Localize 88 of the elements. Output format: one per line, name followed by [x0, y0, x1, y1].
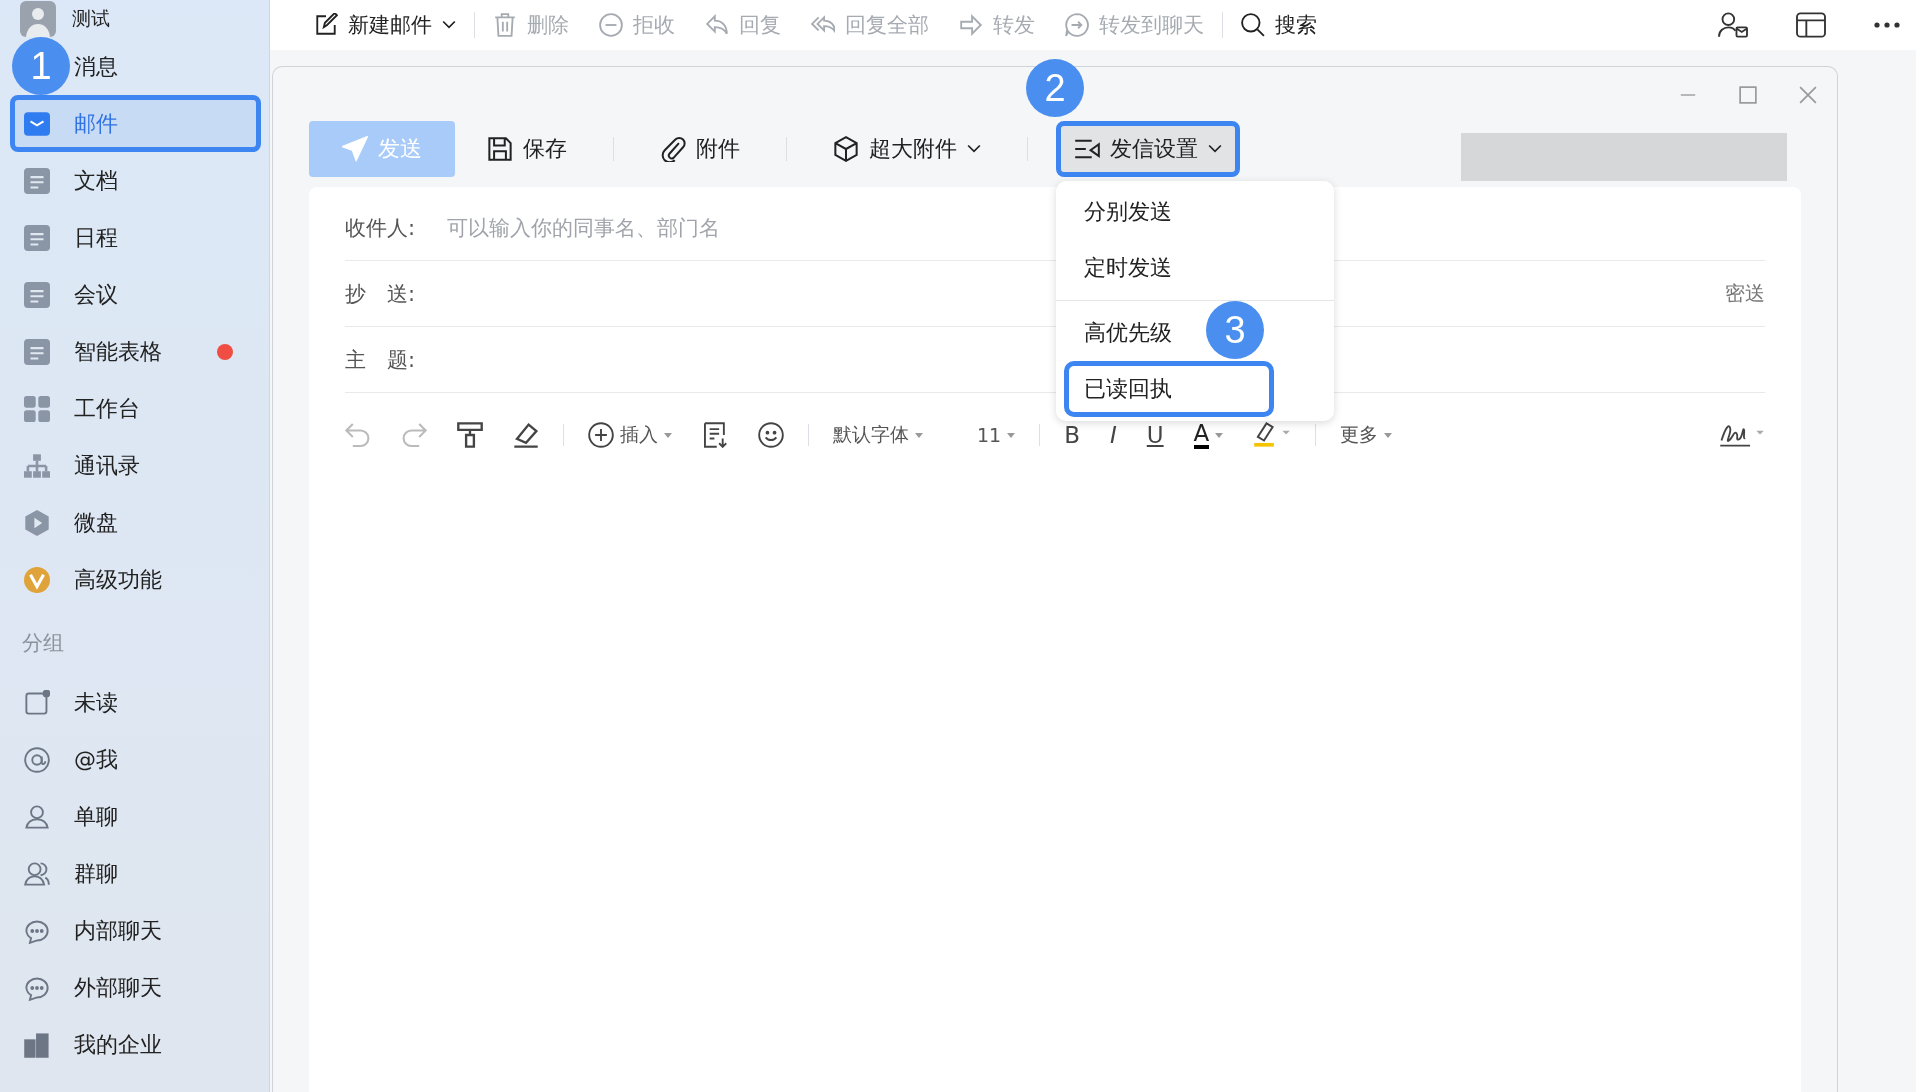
template-icon[interactable]	[702, 422, 728, 448]
format-painter-icon[interactable]	[457, 422, 483, 448]
font-select[interactable]: 默认字体	[833, 422, 923, 448]
sidebar-item[interactable]: 我的企业	[10, 1016, 162, 1073]
forward-icon	[959, 13, 983, 37]
step-badge: 1	[12, 37, 70, 95]
field-label: 抄 送:	[345, 280, 417, 308]
eraser-icon[interactable]	[513, 422, 539, 448]
account-name: 测试	[72, 6, 110, 31]
close-icon[interactable]	[1799, 86, 1817, 104]
app-icon	[24, 281, 50, 308]
vip-badge-icon	[24, 566, 50, 593]
sidebar-item[interactable]: 智能表格	[10, 323, 162, 380]
org-chart-icon	[24, 452, 50, 479]
sidebar-item[interactable]: 文档	[10, 152, 118, 209]
maximize-icon[interactable]	[1739, 86, 1757, 104]
step-badge: 3	[1206, 301, 1264, 359]
sidebar-item[interactable]: 消息	[74, 38, 118, 95]
toolbar-button[interactable]: 搜索	[1229, 5, 1329, 45]
italic-button[interactable]: I	[1109, 422, 1117, 448]
sidebar-item[interactable]: 微盘	[10, 494, 118, 551]
contact-icon[interactable]	[1716, 11, 1750, 39]
more-button[interactable]: 更多	[1340, 422, 1393, 448]
plus-circle-icon	[588, 422, 614, 448]
person-icon	[24, 803, 50, 830]
size-select[interactable]: 11	[977, 424, 1016, 446]
menu-item[interactable]: 高优先级	[1056, 305, 1182, 361]
caret-icon	[664, 432, 672, 438]
unread-icon	[24, 689, 50, 716]
sidebar-item[interactable]: 未读	[10, 674, 118, 731]
cube-icon	[833, 136, 859, 162]
sidebar-item[interactable]: 会议	[10, 266, 118, 323]
compose-button[interactable]: 超大附件	[815, 121, 999, 177]
sidebar-item[interactable]: 高级功能	[10, 551, 162, 608]
people-icon	[24, 860, 50, 887]
more-icon[interactable]	[1872, 21, 1902, 29]
send-icon	[342, 136, 368, 162]
save-icon	[487, 136, 513, 162]
section-title: 分组	[21, 630, 65, 657]
step-badge: 2	[1026, 59, 1084, 117]
highlighter-icon[interactable]	[1253, 422, 1292, 448]
edit-icon	[314, 13, 338, 37]
bold-button[interactable]: B	[1064, 422, 1080, 448]
sidebar-item[interactable]: 群聊	[10, 845, 118, 902]
signature-icon[interactable]	[1719, 422, 1765, 448]
sidebar-item[interactable]: @我	[10, 731, 118, 788]
sidebar-item[interactable]: 通讯录	[10, 437, 140, 494]
caret-icon	[967, 144, 981, 154]
bcc-link[interactable]: 密送	[1725, 280, 1765, 307]
caret-icon	[1007, 432, 1016, 438]
sidebar-item[interactable]: 内部聊天	[10, 902, 162, 959]
compose-button[interactable]: 附件	[642, 121, 758, 177]
app-icon	[24, 167, 50, 194]
caret-icon	[915, 432, 923, 438]
caret-icon	[1215, 432, 1224, 438]
caret-icon	[1208, 144, 1222, 154]
hexagon-icon	[24, 509, 50, 536]
underline-button[interactable]: U	[1146, 422, 1164, 448]
insert-button[interactable]: 插入	[588, 422, 672, 448]
compose-button[interactable]: 保存	[469, 121, 585, 177]
app-icon	[24, 338, 50, 365]
avatar	[18, 1, 58, 37]
field-label: 收件人:	[345, 214, 417, 242]
menu-item[interactable]: 分别发送	[1056, 184, 1182, 240]
sidebar-item[interactable]: 工作台	[10, 380, 140, 437]
search-icon	[1241, 13, 1265, 37]
at-sign-icon	[24, 746, 50, 773]
sidebar-item[interactable]: 日程	[10, 209, 118, 266]
reply-icon	[705, 13, 729, 37]
field-label: 主 题:	[345, 346, 417, 374]
paperclip-icon	[660, 136, 686, 162]
caret-icon	[1384, 432, 1393, 438]
forward-chat-icon	[1065, 13, 1089, 37]
toolbar-button[interactable]: 新建邮件	[302, 5, 468, 45]
minus-circle-icon	[599, 13, 623, 37]
trash-icon	[493, 13, 517, 37]
menu-item[interactable]: 定时发送	[1056, 240, 1182, 296]
app-icon	[24, 224, 50, 251]
sidebar-item[interactable]: 单聊	[10, 788, 118, 845]
layout-icon[interactable]	[1794, 11, 1828, 39]
text-color-button[interactable]: A	[1193, 421, 1224, 449]
emoji-icon[interactable]	[758, 422, 784, 448]
compose-button[interactable]: 发信设置	[1056, 121, 1240, 177]
mail-icon	[24, 110, 50, 137]
menu-item[interactable]: 已读回执	[1064, 361, 1274, 417]
grid-icon	[24, 395, 50, 422]
sidebar-item[interactable]: 外部聊天	[10, 959, 162, 1016]
building-icon	[24, 1031, 50, 1058]
